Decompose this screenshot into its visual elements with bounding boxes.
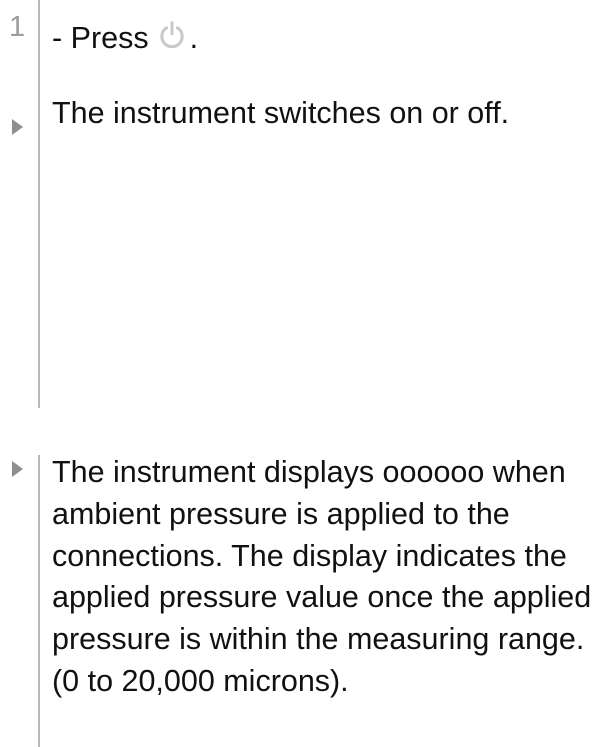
power-icon: [157, 20, 187, 58]
result-arrow-icon-2: [12, 461, 23, 477]
left-margin-rule-lower: [38, 455, 40, 747]
left-margin-rule: [38, 0, 40, 408]
period-text: .: [189, 21, 199, 55]
result-arrow-icon: [12, 119, 23, 135]
instruction-line: - Press .: [52, 20, 198, 58]
result-text-display: The instrument displays oooooo when ambi…: [52, 455, 592, 698]
result-text-switch: The instrument switches on or off.: [52, 96, 510, 130]
press-text: - Press: [52, 21, 149, 55]
step-number: 1: [9, 11, 26, 43]
